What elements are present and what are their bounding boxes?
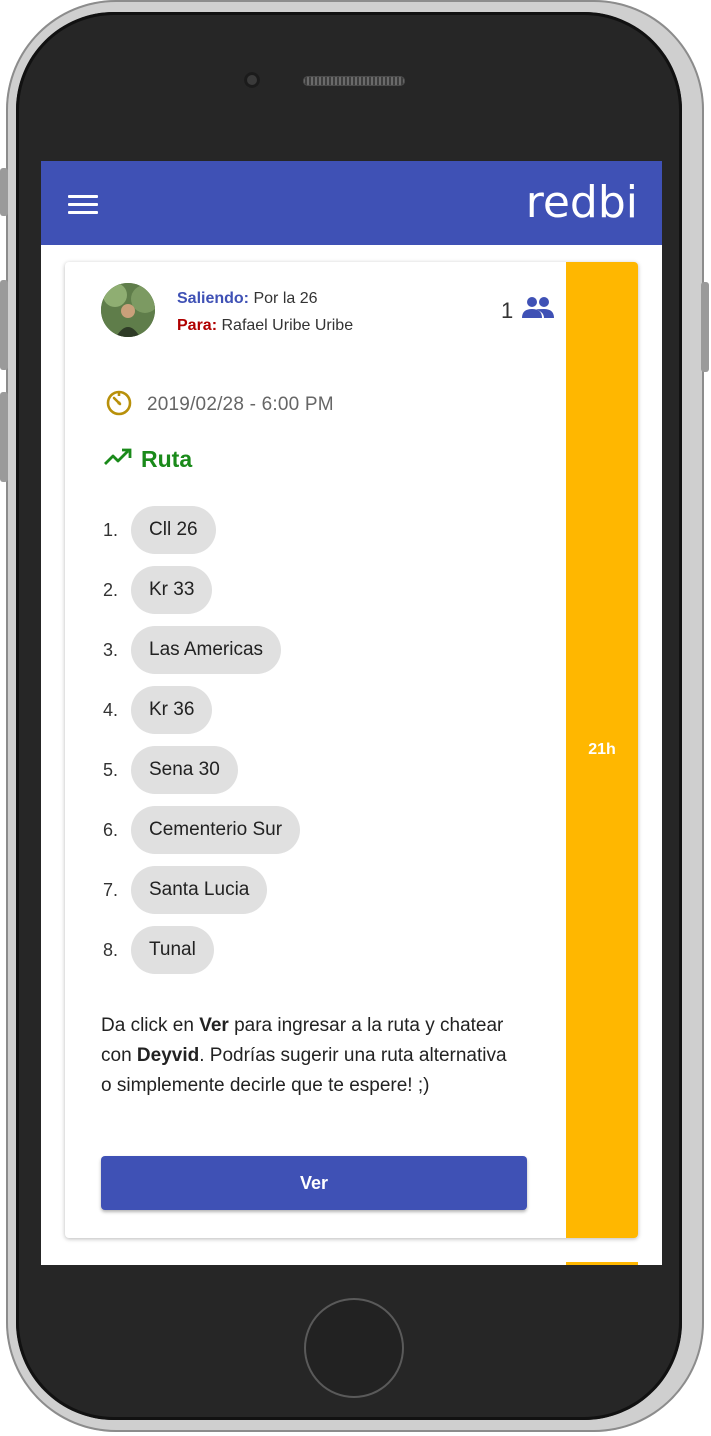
- speaker-grille: [303, 76, 405, 86]
- ver-button[interactable]: Ver: [101, 1156, 527, 1210]
- route-stop: 1. Cll 26: [103, 500, 300, 560]
- stop-chip[interactable]: Cll 26: [131, 506, 216, 554]
- leaving-label: Saliendo:: [177, 290, 250, 307]
- info-message: Da click en Ver para ingresar a la ruta …: [101, 1011, 521, 1101]
- next-card-peek: [566, 1262, 638, 1265]
- destination-value: Rafael Uribe Uribe: [221, 317, 354, 334]
- stop-number: 1.: [103, 519, 119, 540]
- avatar[interactable]: [101, 283, 155, 337]
- trip-summary: Saliendo: Por la 26 Para: Rafael Uribe U…: [177, 285, 353, 339]
- stop-chip[interactable]: Kr 33: [131, 566, 213, 614]
- route-stop: 8. Tunal: [103, 920, 300, 980]
- route-stop: 4. Kr 36: [103, 680, 300, 740]
- time-ago-strip: 21h: [566, 262, 638, 1238]
- app-logo: redbi: [525, 177, 638, 228]
- stop-number: 3.: [103, 639, 119, 660]
- route-stop: 7. Santa Lucia: [103, 860, 300, 920]
- timer-icon: [105, 388, 133, 421]
- route-stop: 3. Las Americas: [103, 620, 300, 680]
- passenger-count-value: 1: [501, 297, 514, 323]
- stop-chip[interactable]: Tunal: [131, 926, 214, 974]
- datetime-text: 2019/02/28 - 6:00 PM: [147, 393, 334, 415]
- stop-chip[interactable]: Cementerio Sur: [131, 806, 301, 854]
- volume-down-button: [0, 392, 8, 482]
- volume-up-button: [0, 280, 8, 370]
- message-ver-bold: Ver: [199, 1015, 229, 1036]
- message-driver-name: Deyvid: [136, 1045, 200, 1066]
- leaving-row: Saliendo: Por la 26: [177, 285, 353, 312]
- leaving-value: Por la 26: [253, 290, 318, 307]
- app-bar: redbi: [41, 161, 662, 245]
- power-button: [701, 282, 709, 372]
- stop-chip[interactable]: Santa Lucia: [131, 866, 268, 914]
- stop-chip[interactable]: Kr 36: [131, 686, 213, 734]
- destination-label: Para:: [177, 317, 218, 334]
- screen: redbi 21h Saliendo: Por la 26 Para: Rafa…: [41, 161, 662, 1265]
- route-stop: 6. Cementerio Sur: [103, 800, 301, 860]
- people-icon: [521, 296, 555, 325]
- destination-row: Para: Rafael Uribe Uribe: [177, 312, 353, 339]
- trip-card: 21h Saliendo: Por la 26 Para: Rafael Uri…: [65, 262, 638, 1238]
- passenger-count: 1: [501, 296, 555, 325]
- message-text: Da click en: [101, 1015, 200, 1036]
- front-camera-icon: [244, 72, 260, 88]
- stop-number: 8.: [103, 939, 119, 960]
- route-title: Ruta: [141, 446, 193, 472]
- stop-number: 7.: [103, 879, 119, 900]
- home-button[interactable]: [304, 1298, 404, 1398]
- route-stop: 5. Sena 30: [103, 740, 300, 800]
- route-heading: Ruta: [103, 446, 192, 473]
- route-stop: 2. Kr 33: [103, 560, 300, 620]
- trending-up-icon: [103, 447, 133, 472]
- mute-switch: [0, 168, 8, 216]
- stop-chip[interactable]: Sena 30: [131, 746, 238, 794]
- time-ago: 21h: [588, 741, 616, 758]
- stop-number: 2.: [103, 579, 119, 600]
- stop-number: 6.: [103, 819, 119, 840]
- departure-datetime: 2019/02/28 - 6:00 PM: [105, 388, 334, 421]
- stop-chip[interactable]: Las Americas: [131, 626, 282, 674]
- stop-number: 4.: [103, 699, 119, 720]
- stop-number: 5.: [103, 759, 119, 780]
- route-stops-list: 1. Cll 26 2. Kr 33 3. Las Americas 4. Kr…: [103, 500, 301, 980]
- menu-icon[interactable]: [68, 195, 98, 215]
